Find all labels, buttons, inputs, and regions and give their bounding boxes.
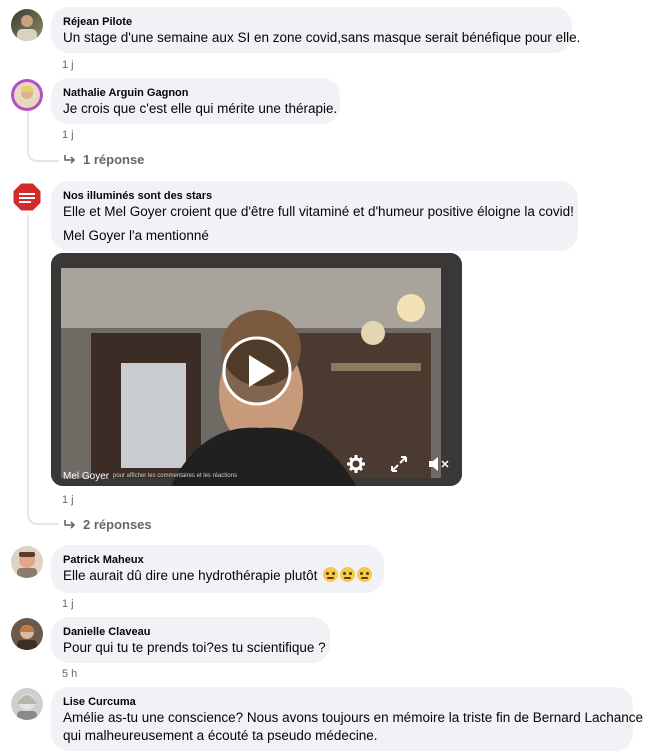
avatar[interactable]: [11, 181, 43, 213]
comment-text: Elle aurait dû dire une hydrothérapie pl…: [63, 568, 318, 583]
comment-author[interactable]: Nathalie Arguin Gagnon: [63, 86, 328, 100]
comment-timestamp[interactable]: 1 j: [62, 494, 74, 506]
fullscreen-icon[interactable]: [390, 455, 408, 473]
mention-text[interactable]: Mel Goyer l'a mentionné: [63, 227, 566, 245]
rolling-eyes-emoji: [357, 567, 373, 582]
video-caption: Mel Goyer: [63, 471, 110, 482]
avatar[interactable]: [11, 79, 43, 111]
stop-sign-logo-icon: [12, 182, 42, 212]
person-photo-icon: [14, 82, 40, 108]
comment-author[interactable]: Nos illuminés sont des stars: [63, 189, 566, 203]
avatar[interactable]: [11, 9, 43, 41]
reply-arrow-icon: [64, 154, 76, 164]
person-photo-icon: [17, 552, 37, 578]
comment-author[interactable]: Lise Curcuma: [63, 695, 621, 709]
comment-text-line: qui malheureusement a écouté ta pseudo m…: [63, 728, 378, 743]
comment-bubble: Patrick Maheux Elle aurait dû dire une h…: [51, 545, 384, 593]
play-icon[interactable]: [221, 335, 293, 407]
comment-author[interactable]: Danielle Claveau: [63, 625, 318, 639]
comment-timestamp[interactable]: 1 j: [62, 59, 74, 71]
person-photo-icon: [17, 694, 37, 720]
video-overlay-text: pour afficher les commentaires et les ré…: [113, 473, 237, 479]
video-player[interactable]: Mel Goyer pour afficher les commentaires…: [51, 253, 462, 486]
comment-bubble: Danielle Claveau Pour qui tu te prends t…: [51, 617, 330, 663]
person-photo-icon: [17, 625, 37, 650]
comment-bubble: Réjean Pilote Un stage d'une semaine aux…: [51, 7, 581, 53]
comment-text: Je crois que c'est elle qui mérite une t…: [63, 101, 338, 116]
avatar[interactable]: [11, 688, 43, 720]
comment-timestamp[interactable]: 1 j: [62, 598, 74, 610]
comment-bubble: Nathalie Arguin Gagnon Je crois que c'es…: [51, 78, 340, 124]
comment-text: Pour qui tu te prends toi?es tu scientif…: [63, 640, 326, 655]
gear-icon[interactable]: [346, 454, 366, 474]
comment-timestamp[interactable]: 1 j: [62, 129, 74, 141]
view-replies-link[interactable]: 2 réponses: [63, 517, 152, 532]
view-replies-link[interactable]: 1 réponse: [63, 152, 144, 167]
comment-text: Un stage d'une semaine aux SI en zone co…: [63, 30, 581, 45]
mute-icon[interactable]: [427, 455, 451, 473]
thread-connector: [27, 110, 59, 162]
person-photo-icon: [17, 15, 37, 41]
comment-bubble: Nos illuminés sont des stars Elle et Mel…: [51, 181, 578, 251]
comment-author[interactable]: Réjean Pilote: [63, 15, 560, 29]
replies-count: 1 réponse: [83, 152, 145, 167]
replies-count: 2 réponses: [83, 517, 152, 532]
avatar[interactable]: [11, 618, 43, 650]
avatar[interactable]: [11, 546, 43, 578]
reply-arrow-icon: [64, 519, 76, 529]
thinking-emoji: [340, 567, 356, 582]
comment-text: Elle et Mel Goyer croient que d'être ful…: [63, 204, 574, 219]
comment-bubble: Lise Curcuma Amélie as-tu une conscience…: [51, 687, 644, 751]
rolling-eyes-emoji: [323, 567, 339, 582]
comment-author[interactable]: Patrick Maheux: [63, 553, 372, 567]
comment-text-line: Amélie as-tu une conscience? Nous avons …: [63, 710, 644, 725]
comment-timestamp[interactable]: 5 h: [62, 668, 77, 680]
